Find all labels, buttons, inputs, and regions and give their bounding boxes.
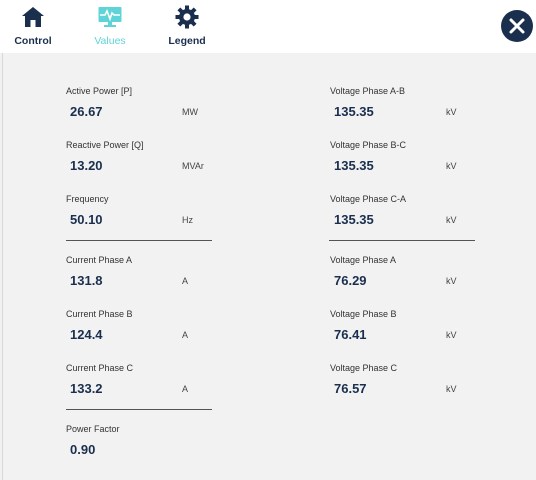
measure-label: Frequency xyxy=(66,194,109,204)
measure-current-c: Current Phase C 133.2 A xyxy=(66,363,216,407)
measure-value: 135.35 xyxy=(334,104,374,119)
measure-value: 26.67 xyxy=(70,104,103,119)
measure-value: 131.8 xyxy=(70,273,103,288)
measure-label: Voltage Phase A xyxy=(330,255,397,265)
gear-icon xyxy=(175,5,199,29)
measure-voltage-b: Voltage Phase B 76.41 kV xyxy=(330,309,480,353)
measure-unit: A xyxy=(182,384,189,394)
measure-unit: kV xyxy=(446,161,457,171)
tab-control[interactable]: Control xyxy=(1,4,65,50)
measure-unit: kV xyxy=(446,276,457,286)
measure-label: Voltage Phase C-A xyxy=(330,194,407,204)
tab-control-label: Control xyxy=(14,35,52,47)
divider xyxy=(66,409,212,410)
measure-current-b: Current Phase B 124.4 A xyxy=(66,309,216,353)
measure-value: 76.29 xyxy=(334,273,367,288)
measure-value: 124.4 xyxy=(70,327,103,342)
measure-label: Current Phase C xyxy=(66,363,134,373)
measure-label: Current Phase A xyxy=(66,255,133,265)
toolbar: Control Values Legend xyxy=(0,0,536,53)
tab-legend[interactable]: Legend xyxy=(155,4,219,50)
measure-label: Reactive Power [Q] xyxy=(66,140,144,150)
measure-unit: MW xyxy=(182,107,198,117)
measure-frequency: Frequency 50.10 Hz xyxy=(66,194,216,238)
measure-unit: Hz xyxy=(182,215,193,225)
measure-label: Active Power [P] xyxy=(66,86,133,96)
measure-unit: kV xyxy=(446,330,457,340)
measure-value: 0.90 xyxy=(70,442,96,457)
monitor-pulse-icon xyxy=(98,7,122,27)
tab-values-label: Values xyxy=(94,35,126,47)
measure-label: Power Factor xyxy=(66,424,120,434)
close-icon xyxy=(509,18,525,34)
measure-voltage-bc: Voltage Phase B-C 135.35 kV xyxy=(330,140,480,184)
measure-label: Voltage Phase B xyxy=(330,309,397,319)
measure-active-power: Active Power [P] 26.67 MW xyxy=(66,86,216,130)
divider xyxy=(66,240,212,241)
measure-voltage-a: Voltage Phase A 76.29 kV xyxy=(330,255,480,299)
measure-unit: kV xyxy=(446,107,457,117)
measure-unit: A xyxy=(182,330,189,340)
values-panel: Active Power [P] 26.67 MW Reactive Power… xyxy=(2,53,536,480)
measure-label: Voltage Phase C xyxy=(330,363,398,373)
measure-value: 13.20 xyxy=(70,158,103,173)
measure-unit: A xyxy=(182,276,189,286)
measure-value: 76.57 xyxy=(334,381,367,396)
measure-value: 135.35 xyxy=(334,158,374,173)
measure-voltage-c: Voltage Phase C 76.57 kV xyxy=(330,363,480,407)
measure-voltage-ca: Voltage Phase C-A 135.35 kV xyxy=(330,194,480,238)
measure-voltage-ab: Voltage Phase A-B 135.35 kV xyxy=(330,86,480,130)
measure-label: Voltage Phase B-C xyxy=(330,140,407,150)
tab-values[interactable]: Values xyxy=(78,4,142,50)
measure-unit: MVAr xyxy=(182,161,204,171)
close-button[interactable] xyxy=(501,10,533,42)
measure-value: 50.10 xyxy=(70,212,103,227)
measure-reactive-power: Reactive Power [Q] 13.20 MVAr xyxy=(66,140,216,184)
measure-power-factor: Power Factor 0.90 xyxy=(66,424,216,468)
measure-current-a: Current Phase A 131.8 A xyxy=(66,255,216,299)
tab-legend-label: Legend xyxy=(168,35,206,47)
divider xyxy=(329,240,475,241)
measure-value: 76.41 xyxy=(334,327,367,342)
measure-unit: kV xyxy=(446,215,457,225)
measure-label: Current Phase B xyxy=(66,309,133,319)
home-icon xyxy=(22,7,44,27)
measure-value: 133.2 xyxy=(70,381,103,396)
measure-value: 135.35 xyxy=(334,212,374,227)
measure-unit: kV xyxy=(446,384,457,394)
measure-label: Voltage Phase A-B xyxy=(330,86,406,96)
